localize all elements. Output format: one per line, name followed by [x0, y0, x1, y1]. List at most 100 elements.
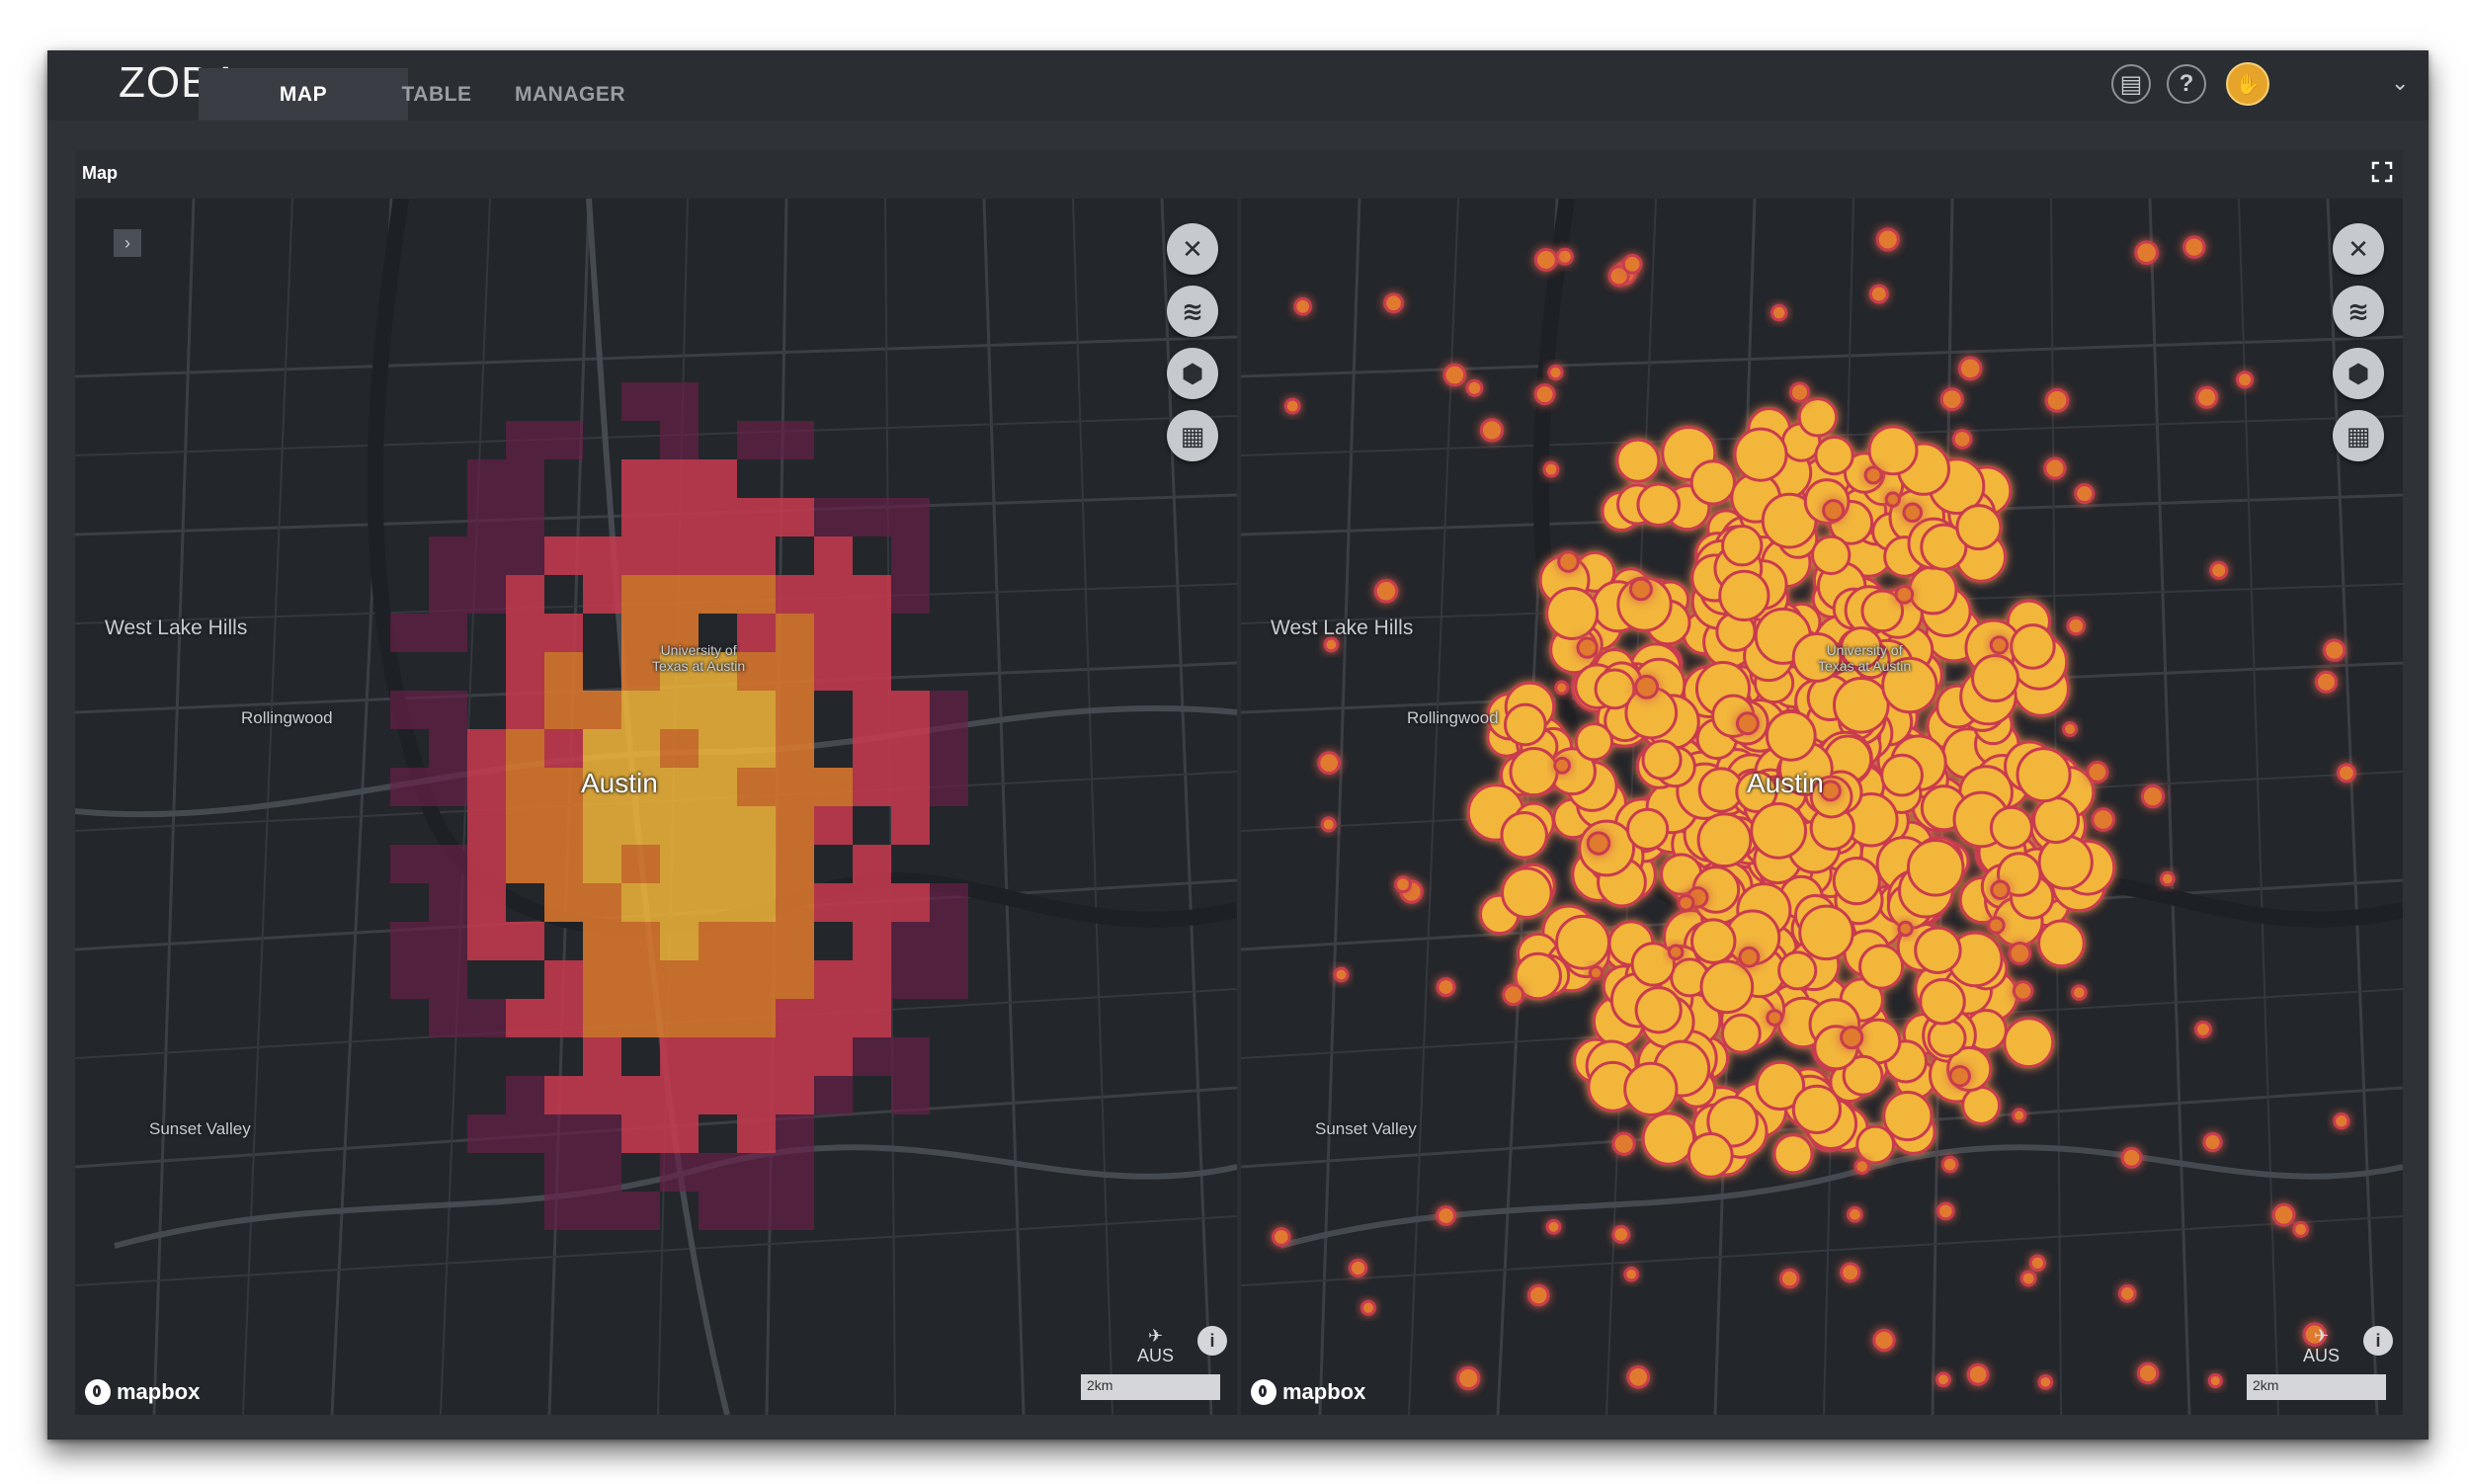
outlier-dot [1840, 1025, 1864, 1050]
heatmap-cell [776, 729, 814, 768]
heatmap-cell [583, 1153, 621, 1192]
heatmap-cell [467, 575, 506, 614]
outlier-dot [2008, 941, 2032, 965]
heatmap-cell [699, 806, 737, 845]
layers-button[interactable]: ≋ [1167, 286, 1218, 337]
tab-manager[interactable]: MANAGER [465, 68, 675, 121]
heatmap-cell [621, 575, 660, 614]
point-dot [2032, 796, 2081, 845]
outlier-dot [1819, 780, 1842, 802]
outlier-dot [1989, 635, 2010, 655]
heatmap-cell [853, 960, 891, 999]
heatmap-cell [544, 691, 583, 729]
help-icon[interactable]: ? [2167, 64, 2206, 104]
heatmap-cell [814, 806, 853, 845]
label-rollingwood: Rollingwood [241, 708, 333, 727]
heatmap-cell [699, 1037, 737, 1076]
heatmap-cell [699, 1153, 737, 1192]
heatmap-cell [429, 575, 467, 614]
table-view-button[interactable]: ▦ [2333, 410, 2384, 461]
close-map-button[interactable]: ✕ [2333, 223, 2384, 275]
heatmap-cell [506, 845, 544, 883]
heatmap-cell [699, 768, 737, 806]
close-map-button[interactable]: ✕ [1167, 223, 1218, 275]
mapbox-attribution[interactable]: mapbox [85, 1379, 200, 1405]
heatmap-cell [467, 999, 506, 1037]
outlier-dot [1951, 429, 1973, 450]
outlier-dot [1333, 966, 1350, 983]
expand-sidebar-button[interactable]: › [114, 229, 141, 257]
heatmap-cell [776, 575, 814, 614]
heatmap-cell [737, 960, 776, 999]
heatmap-cell [390, 614, 429, 652]
heatmap-cell [621, 999, 660, 1037]
heatmap-cell [814, 536, 853, 575]
chevron-down-icon[interactable]: ⌄ [2391, 70, 2409, 96]
heatmap-cell [621, 960, 660, 999]
heatmap-cell [737, 1076, 776, 1114]
zones-button[interactable]: ⬢ [1167, 348, 1218, 399]
heatmap-cell [776, 652, 814, 691]
map-view-grid-heatmap[interactable]: West Lake Hills Rollingwood Austin Unive… [75, 199, 1237, 1415]
heatmap-cell [814, 1037, 853, 1076]
zones-button[interactable]: ⬢ [2333, 348, 2384, 399]
outlier-dot [1667, 944, 1685, 961]
heatmap-cell [737, 999, 776, 1037]
heatmap-cell [621, 1114, 660, 1153]
grid-heatmap-layer [390, 382, 968, 1230]
outlier-dot [2209, 560, 2229, 580]
heatmap-cell [583, 1037, 621, 1076]
heatmap-cell [776, 806, 814, 845]
table-view-button[interactable]: ▦ [1167, 410, 1218, 461]
heatmap-cell [583, 536, 621, 575]
outlier-dot [1465, 378, 1484, 397]
outlier-dot [1320, 816, 1337, 833]
mapbox-attribution[interactable]: mapbox [1251, 1379, 1365, 1405]
outlier-dot [1935, 1371, 1951, 1388]
heatmap-cell [853, 845, 891, 883]
outlier-dot [1557, 550, 1580, 573]
heatmap-cell [429, 922, 467, 960]
heatmap-cell [506, 498, 544, 536]
info-icon[interactable]: i [2363, 1326, 2393, 1356]
heatmap-cell [506, 999, 544, 1037]
scale-bar: 2km [1081, 1374, 1220, 1400]
outlier-dot [2336, 763, 2356, 783]
shield-icon: ⬢ [1181, 358, 1204, 388]
info-icon[interactable]: i [1197, 1326, 1227, 1356]
outlier-dot [1272, 1227, 1291, 1247]
heatmap-cell [544, 883, 583, 922]
heatmap-cell [814, 575, 853, 614]
point-dot [2037, 834, 2094, 890]
outlier-dot [1840, 1262, 1861, 1283]
layers-button[interactable]: ≋ [2333, 286, 2384, 337]
heatmap-cell [544, 806, 583, 845]
outlier-dot [1966, 1362, 1990, 1386]
label-austin: Austin [581, 768, 658, 798]
heatmap-cell [506, 806, 544, 845]
heatmap-cell [467, 729, 506, 768]
heatmap-cell [891, 883, 930, 922]
heatmap-cell [544, 845, 583, 883]
heatmap-cell [621, 498, 660, 536]
point-dot [1908, 565, 1958, 616]
fullscreen-icon[interactable] [2371, 161, 2393, 183]
heatmap-cell [544, 768, 583, 806]
notes-icon[interactable]: ▤ [2111, 64, 2151, 104]
user-avatar[interactable]: ✋ [2226, 62, 2269, 106]
heatmap-cell [583, 883, 621, 922]
outlier-dot [1872, 1328, 1896, 1353]
heatmap-cell [390, 691, 429, 729]
panel-title: Map [82, 163, 118, 183]
outlier-dot [2182, 235, 2206, 259]
outlier-dot [1479, 418, 1505, 443]
heatmap-cell [776, 498, 814, 536]
map-view-point-density[interactable]: West Lake Hills Rollingwood Austin Unive… [1241, 199, 2403, 1415]
heatmap-cell [544, 729, 583, 768]
heatmap-cell [660, 845, 699, 883]
heatmap-cell [429, 999, 467, 1037]
point-dot [1733, 427, 1788, 482]
outlier-dot [1897, 920, 1914, 938]
mapbox-logo-icon [85, 1379, 111, 1405]
top-navigation-bar: ZOBA MAP TABLE MANAGER ▤ ? ✋ ⌄ [47, 50, 2429, 121]
